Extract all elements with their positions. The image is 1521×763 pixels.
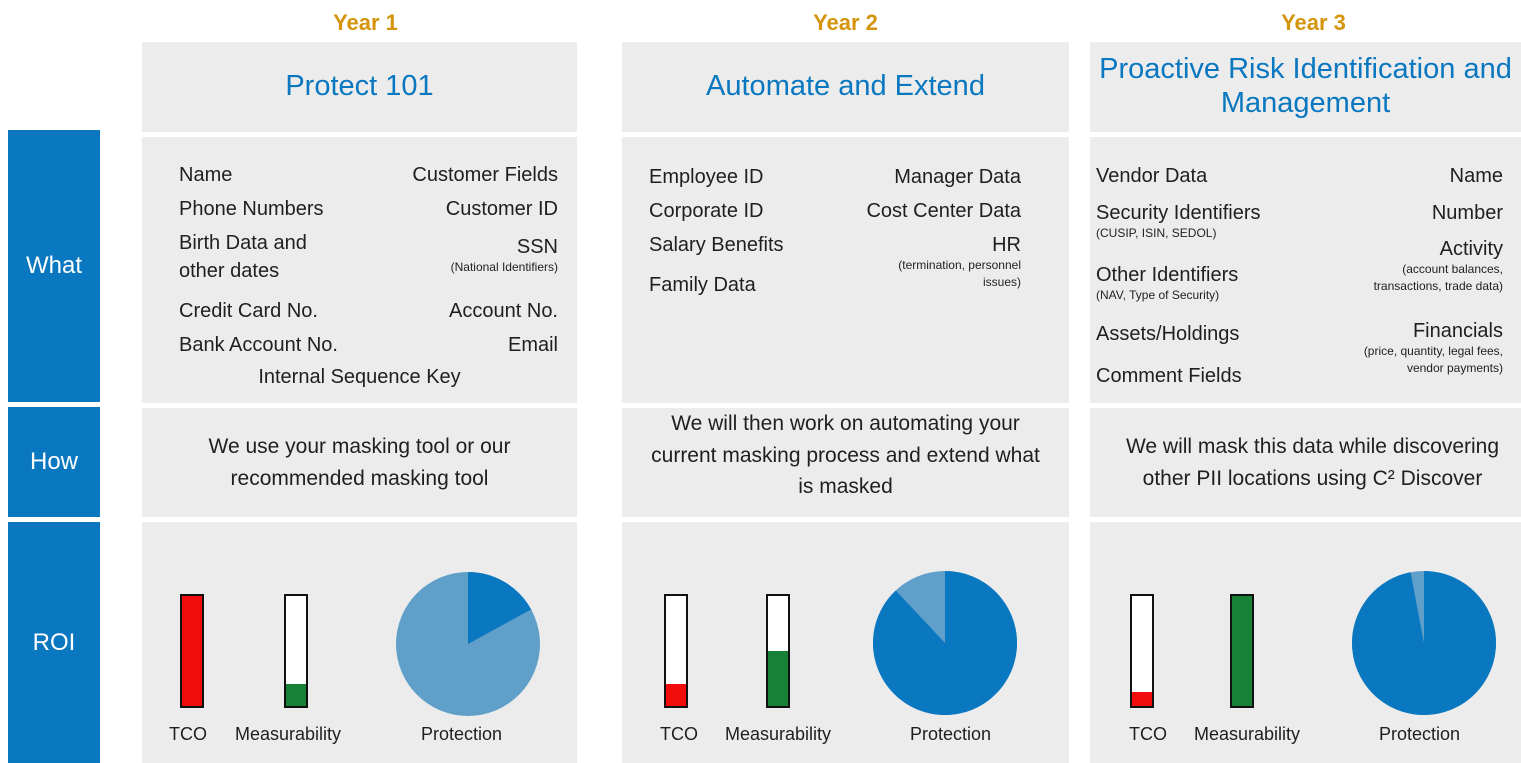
- what-item: Activity (account balances, transactions…: [1374, 237, 1503, 295]
- year-1-label: Year 1: [333, 10, 398, 35]
- what-item-note: transactions, trade data): [1373, 278, 1503, 293]
- year-3-how: We will mask this data while discovering…: [1090, 408, 1521, 517]
- pie-protected-slice: [873, 571, 1017, 715]
- tco-label: TCO: [1129, 724, 1167, 744]
- year-2-roi-panel: TCO Measurability Protection: [622, 522, 1069, 763]
- what-item: Customer ID: [445, 198, 558, 220]
- what-item: Manager Data: [894, 166, 1021, 188]
- what-item: Assets/Holdings: [1096, 323, 1240, 345]
- year-2-how: We will then work on automating your cur…: [622, 408, 1069, 517]
- what-item-label: Security Identifiers: [1096, 202, 1261, 224]
- measurability-bar: [766, 594, 790, 708]
- what-item: Bank Account No.: [179, 334, 338, 356]
- how-text: We use your masking tool or our recommen…: [208, 435, 511, 490]
- what-item: Employee ID: [649, 166, 764, 188]
- what-item-note: (account balances,: [1402, 262, 1503, 276]
- what-item-label: Activity: [1439, 238, 1503, 260]
- what-item-label: SSN: [516, 236, 558, 258]
- tco-label: TCO: [169, 724, 207, 744]
- what-item: Family Data: [649, 274, 756, 296]
- what-item-note: (NAV, Type of Security): [1096, 288, 1220, 302]
- protection-label: Protection: [1379, 724, 1461, 744]
- what-item: Number: [1431, 202, 1503, 224]
- year-2-what-panel: Employee ID Corporate ID Salary Benefits…: [622, 137, 1069, 403]
- what-item: Email: [507, 334, 558, 356]
- what-item: SSN (National Identifiers): [451, 235, 558, 276]
- row-label-what: What: [8, 130, 100, 402]
- protection-pie: [396, 572, 540, 716]
- measurability-label: Measurability: [725, 724, 832, 744]
- what-item-label: Financials: [1412, 320, 1503, 342]
- year-3-label: Year 3: [1281, 10, 1346, 35]
- what-item-note: issues): [982, 274, 1021, 289]
- what-item: Salary Benefits: [649, 234, 784, 256]
- what-item: Name: [1449, 165, 1503, 187]
- year-3-title-text: Proactive Risk Identification and Manage…: [1099, 53, 1512, 119]
- what-item-label: Other Identifiers: [1096, 264, 1239, 286]
- what-item: Credit Card No.: [179, 300, 318, 322]
- protection-pie: [1352, 571, 1496, 715]
- year-1-what-panel: Name Phone Numbers Birth Data and other …: [142, 137, 577, 403]
- year-2-title: Automate and Extend: [622, 42, 1069, 132]
- what-item: Other Identifiers (NAV, Type of Security…: [1096, 263, 1238, 304]
- row-label-roi: ROI: [8, 522, 100, 763]
- measurability-label: Measurability: [1194, 724, 1301, 744]
- year-3-what-panel: Vendor Data Security Identifiers (CUSIP,…: [1090, 137, 1521, 403]
- what-item-note: (National Identifiers): [450, 260, 558, 274]
- tco-bar-fill: [666, 684, 686, 706]
- how-text: We will then work on automating your cur…: [651, 412, 1040, 499]
- measurability-bar: [1230, 594, 1254, 708]
- what-item: other dates: [179, 260, 280, 282]
- year-3-roi-panel: TCO Measurability Protection: [1090, 522, 1521, 763]
- what-item: Vendor Data: [1096, 165, 1208, 187]
- how-text: We will mask this data while discovering…: [1125, 435, 1500, 490]
- measurability-label: Measurability: [235, 724, 342, 744]
- tco-bar-fill: [182, 596, 202, 706]
- what-item: Corporate ID: [649, 200, 764, 222]
- protection-label: Protection: [910, 724, 992, 744]
- what-item: Name: [179, 164, 233, 186]
- tco-bar: [664, 594, 688, 708]
- what-item: Birth Data and: [179, 232, 307, 254]
- what-item: Internal Sequence Key: [258, 366, 461, 388]
- what-item: Cost Center Data: [866, 200, 1021, 222]
- what-item-note: (termination, personnel: [898, 258, 1021, 272]
- measurability-bar-fill: [286, 684, 306, 706]
- year-1-roi-panel: TCO Measurability Protection: [142, 522, 577, 763]
- year-2-label: Year 2: [813, 10, 878, 35]
- year-1-title: Protect 101: [142, 42, 577, 132]
- what-item-note: (price, quantity, legal fees,: [1363, 344, 1503, 358]
- what-item: Comment Fields: [1096, 365, 1242, 387]
- what-item: HR (termination, personnel issues): [898, 233, 1021, 291]
- tco-bar: [180, 594, 204, 708]
- pie-protected-slice: [1352, 571, 1496, 715]
- measurability-bar-fill: [1232, 596, 1252, 706]
- protection-label: Protection: [421, 724, 503, 744]
- protection-pie: [873, 571, 1017, 715]
- what-item-note: vendor payments): [1406, 360, 1503, 375]
- measurability-bar-fill: [768, 651, 788, 706]
- what-item-note: (CUSIP, ISIN, SEDOL): [1096, 226, 1217, 240]
- row-label-how: How: [8, 407, 100, 517]
- measurability-bar: [284, 594, 308, 708]
- what-item: Financials (price, quantity, legal fees,…: [1364, 319, 1503, 377]
- what-item: Account No.: [449, 300, 558, 322]
- what-item-label: HR: [992, 234, 1021, 256]
- what-item: Customer Fields: [412, 164, 558, 186]
- tco-bar: [1130, 594, 1154, 708]
- tco-bar-fill: [1132, 691, 1152, 706]
- what-item: Security Identifiers (CUSIP, ISIN, SEDOL…: [1096, 201, 1261, 242]
- year-3-title: Proactive Risk Identification and Manage…: [1090, 42, 1521, 132]
- year-1-how: We use your masking tool or our recommen…: [142, 408, 577, 517]
- tco-label: TCO: [660, 724, 698, 744]
- what-item: Phone Numbers: [179, 198, 324, 220]
